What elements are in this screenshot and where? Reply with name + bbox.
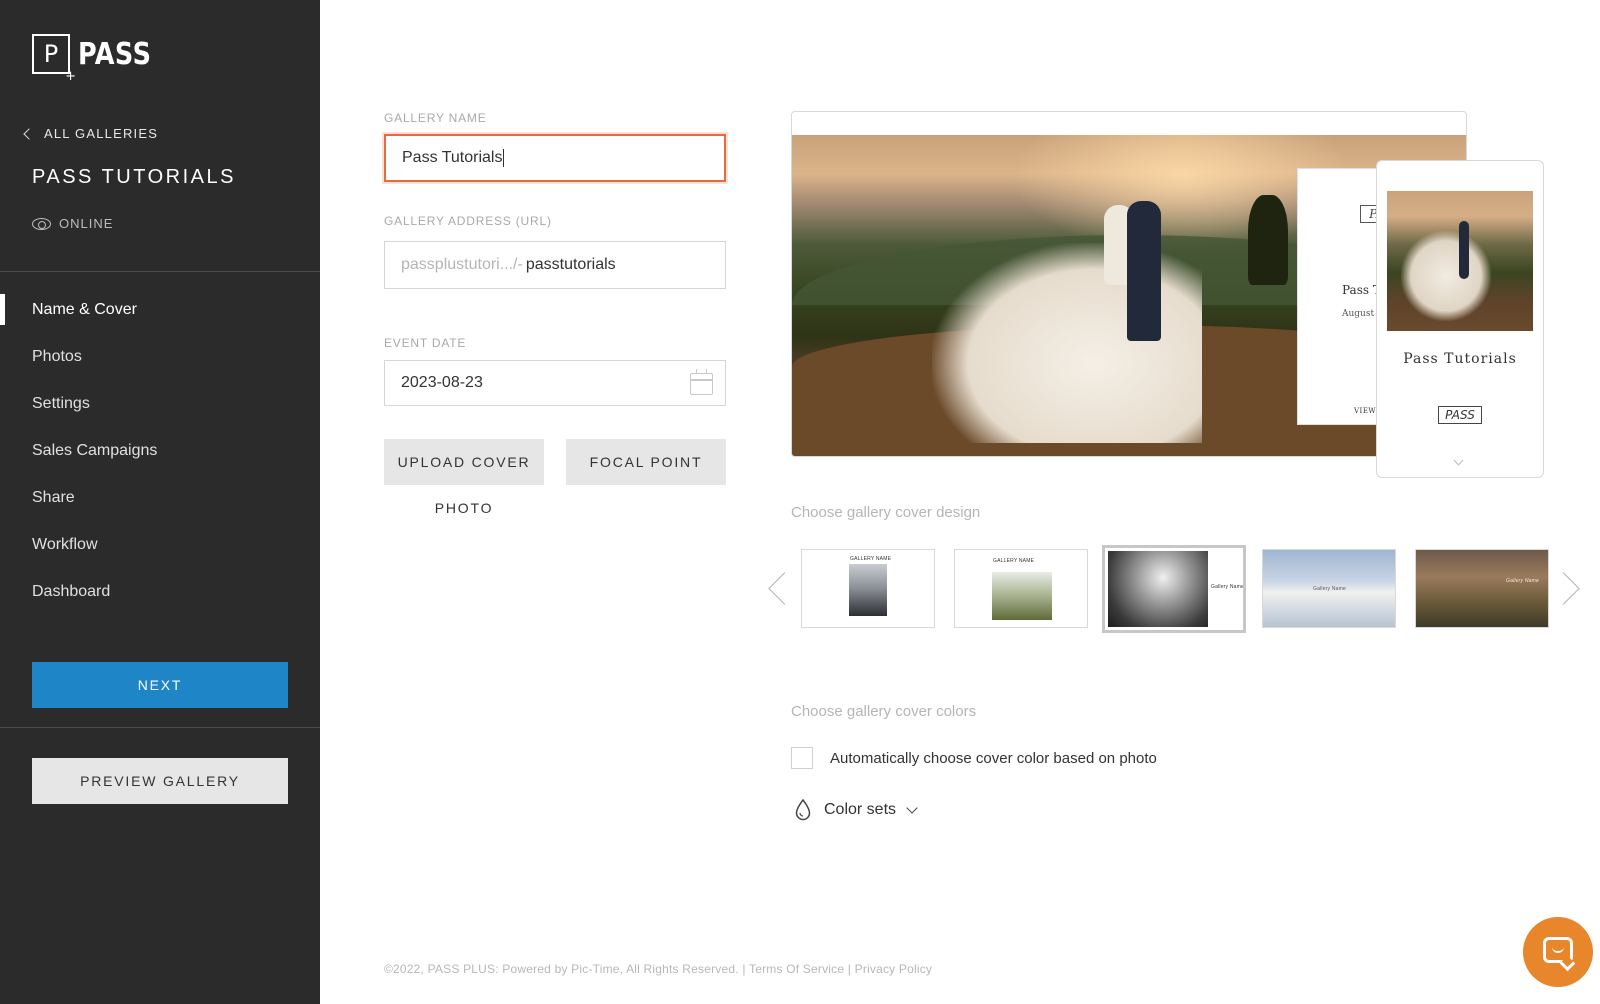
preview-gallery-button[interactable]: PREVIEW GALLERY xyxy=(32,758,288,804)
thumb-label: Gallery Name xyxy=(1313,586,1346,592)
gallery-title: PASS TUTORIALS xyxy=(32,166,236,188)
chevron-left-icon xyxy=(23,127,35,140)
pass-logo[interactable]: P PASS xyxy=(32,34,164,84)
phone-cover-preview: Pass Tutorials PASS xyxy=(1376,160,1544,478)
cover-colors-title: Choose gallery cover colors xyxy=(791,703,977,720)
carousel-prev-arrow[interactable] xyxy=(767,566,787,606)
focal-point-button[interactable]: FOCAL POINT xyxy=(566,439,726,485)
gallery-url-label: GALLERY ADDRESS (URL) xyxy=(384,214,552,228)
url-prefix: passplustutori.../- xyxy=(401,256,523,273)
phone-photo-groom xyxy=(1459,221,1469,279)
calendar-icon[interactable] xyxy=(690,369,713,395)
event-date-input[interactable]: 2023-08-23 xyxy=(384,360,726,406)
cover-photo-tree xyxy=(1248,195,1288,285)
upload-cover-photo-label-line2[interactable]: PHOTO xyxy=(384,500,544,516)
footer-separator: | xyxy=(742,962,746,976)
phone-logo: PASS xyxy=(1438,406,1482,424)
color-sets-label: Color sets xyxy=(824,801,897,818)
carousel-next-arrow[interactable] xyxy=(1560,566,1580,606)
sidebar-divider-bottom xyxy=(0,727,320,728)
gallery-name-value: Pass Tutorials xyxy=(402,149,503,166)
sidebar-item-name-cover[interactable]: Name & Cover xyxy=(0,286,320,333)
tablet-gallery-name: Pass T xyxy=(1342,283,1381,297)
cover-design-1[interactable]: GALLERY NAME xyxy=(801,549,935,628)
sidebar-item-photos[interactable]: Photos xyxy=(0,333,320,380)
cover-photo-dress xyxy=(932,243,1202,443)
auto-color-label: Automatically choose cover color based o… xyxy=(830,749,1157,767)
eye-icon xyxy=(32,217,51,230)
privacy-policy-link[interactable]: Privacy Policy xyxy=(855,962,932,976)
upload-cover-photo-button[interactable]: UPLOAD COVER xyxy=(384,439,544,485)
app-root: P PASS ALL GALLERIES PASS TUTORIALS ONLI… xyxy=(0,0,1600,1004)
all-galleries-label: ALL GALLERIES xyxy=(44,126,159,141)
online-status-label: ONLINE xyxy=(59,216,114,231)
all-galleries-link[interactable]: ALL GALLERIES xyxy=(23,126,159,141)
event-date-value: 2023-08-23 xyxy=(401,374,483,391)
thumb-label: GALLERY NAME xyxy=(850,556,892,562)
footer-copyright: ©2022, PASS PLUS: Powered by Pic-Time, A… xyxy=(384,962,739,976)
sidebar-nav: Name & Cover Photos Settings Sales Campa… xyxy=(0,286,320,615)
sidebar-item-settings[interactable]: Settings xyxy=(0,380,320,427)
thumb-label: Gallery Name xyxy=(1211,584,1244,590)
thumb-label: Gallery Name xyxy=(1506,578,1539,584)
logo-text: PASS xyxy=(78,36,152,72)
online-status-toggle[interactable]: ONLINE xyxy=(32,216,113,231)
thumb-image xyxy=(849,564,887,616)
gallery-name-input[interactable]: Pass Tutorials xyxy=(384,134,726,182)
url-value: passtutorials xyxy=(525,256,616,273)
phone-gallery-name: Pass Tutorials xyxy=(1403,351,1517,367)
thumb-image xyxy=(1416,550,1548,627)
sidebar-item-sales-campaigns[interactable]: Sales Campaigns xyxy=(0,427,320,474)
text-cursor xyxy=(503,149,505,167)
terms-of-service-link[interactable]: Terms Of Service xyxy=(749,962,844,976)
thumb-label: GALLERY NAME xyxy=(993,558,1035,564)
thumb-image xyxy=(992,572,1052,620)
next-button[interactable]: NEXT xyxy=(32,662,288,708)
sidebar: P PASS ALL GALLERIES PASS TUTORIALS ONLI… xyxy=(0,0,320,1004)
phone-photo-dress xyxy=(1401,231,1491,321)
cover-design-4[interactable]: Gallery Name xyxy=(1262,549,1396,628)
chevron-down-icon xyxy=(1453,455,1464,466)
footer: ©2022, PASS PLUS: Powered by Pic-Time, A… xyxy=(384,962,932,976)
event-date-label: EVENT DATE xyxy=(384,336,467,350)
chevron-down-icon xyxy=(906,801,918,814)
sidebar-item-share[interactable]: Share xyxy=(0,474,320,521)
thumb-image xyxy=(1108,551,1208,627)
auto-color-option[interactable]: Automatically choose cover color based o… xyxy=(791,747,1157,769)
logo-mark: P xyxy=(32,34,76,84)
cover-photo-groom xyxy=(1127,201,1161,341)
gallery-name-label: GALLERY NAME xyxy=(384,111,487,125)
chat-button[interactable] xyxy=(1523,917,1593,987)
phone-cover-photo xyxy=(1387,191,1533,331)
auto-color-checkbox[interactable] xyxy=(791,747,813,769)
sidebar-divider xyxy=(0,271,320,272)
cover-design-2[interactable]: GALLERY NAME xyxy=(954,549,1088,628)
sidebar-item-dashboard[interactable]: Dashboard xyxy=(0,568,320,615)
sidebar-item-workflow[interactable]: Workflow xyxy=(0,521,320,568)
cover-design-3[interactable]: Gallery Name xyxy=(1102,545,1246,633)
color-sets-dropdown[interactable]: Color sets xyxy=(795,799,918,821)
droplet-icon xyxy=(795,799,811,821)
footer-separator: | xyxy=(847,962,852,976)
cover-design-5[interactable]: Gallery Name xyxy=(1415,549,1549,628)
gallery-url-input[interactable]: passplustutori.../- passtutorials xyxy=(384,241,726,289)
thumb-panel: Gallery Name xyxy=(1208,554,1243,624)
cover-design-title: Choose gallery cover design xyxy=(791,504,981,521)
